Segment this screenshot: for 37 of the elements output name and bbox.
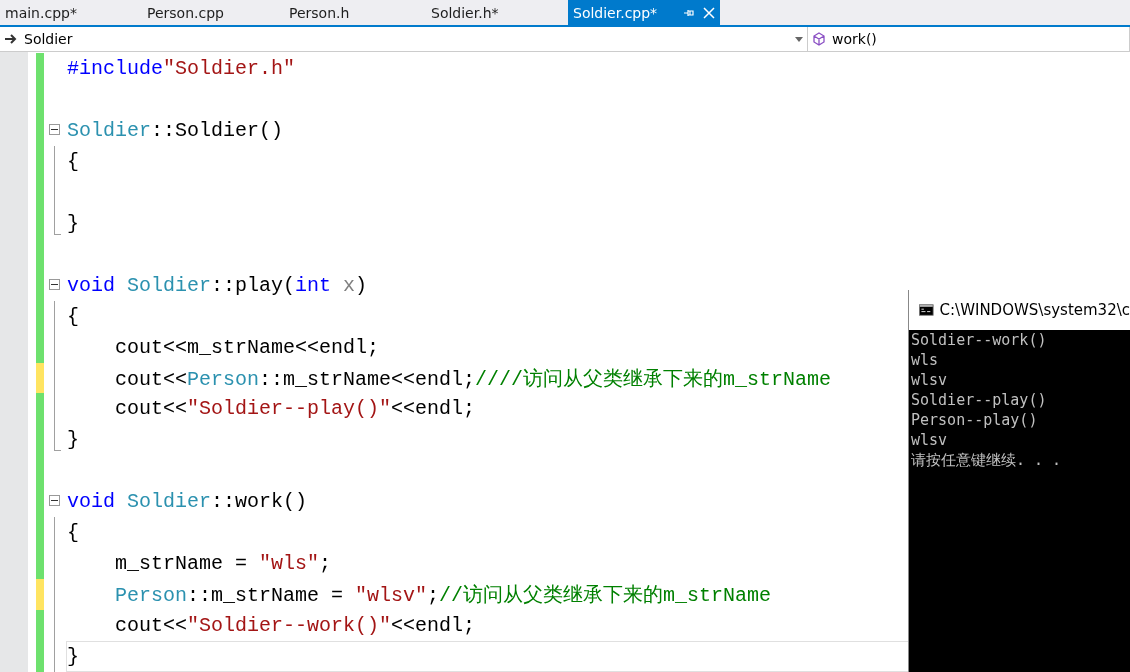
console-output-line: wls (911, 350, 940, 370)
code-line: void Soldier::work() (67, 490, 308, 514)
console-icon (919, 303, 934, 317)
collapse-icon[interactable] (49, 123, 60, 135)
console-title: C:\WINDOWS\system32\c (939, 301, 1130, 319)
code-line: { (67, 521, 79, 545)
console-output-line: Soldier--work() (911, 330, 1048, 350)
code-line: cout<<Person::m_strName<<endl;////访问从父类继承下来的m_strName (115, 366, 832, 392)
collapse-icon[interactable] (49, 495, 60, 507)
close-icon[interactable] (703, 6, 715, 19)
arrow-right-icon (4, 33, 18, 45)
file-tab[interactable]: main.cpp* (0, 0, 130, 25)
file-tab[interactable]: Person.cpp (142, 0, 272, 25)
console-output-line: wlsv (911, 370, 949, 390)
file-tab[interactable]: Soldier.cpp* (568, 0, 720, 25)
code-line: { (67, 304, 79, 328)
file-tab[interactable]: Person.h (284, 0, 414, 25)
collapse-icon[interactable] (49, 278, 60, 290)
code-line: #include"Soldier.h" (67, 56, 296, 80)
code-line: void Soldier::play(int x) (67, 273, 368, 297)
code-line: } (67, 211, 79, 235)
console-output-line: 请按任意键继续. . . (911, 450, 1063, 470)
console-output-line: Soldier--play() (911, 390, 1048, 410)
code-line: Person::m_strName = "wlsv";//访问从父类继承下来的m_strName (115, 583, 772, 609)
code-line: cout<<"Soldier--work()"<<endl; (115, 614, 476, 638)
code-line: } (67, 428, 79, 452)
console-output-line: wlsv (911, 430, 949, 450)
code-line: Soldier::Soldier() (67, 118, 284, 142)
code-line: m_strName = "wls"; (115, 552, 332, 576)
file-tab[interactable]: Soldier.h* (426, 0, 556, 25)
code-line: } (67, 645, 79, 669)
console-output-line: Person--play() (911, 410, 1039, 430)
code-line: cout<<m_strName<<endl; (115, 335, 380, 359)
code-line: cout<<"Soldier--play()"<<endl; (115, 397, 476, 421)
cube-icon (812, 32, 826, 46)
caret-icon (795, 36, 803, 42)
code-line: { (67, 149, 79, 173)
